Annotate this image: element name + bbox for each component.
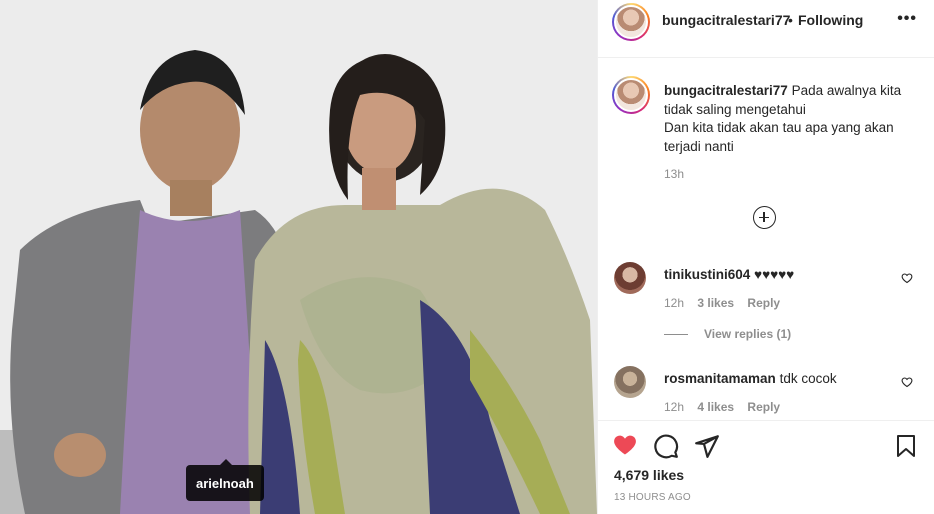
post-photo[interactable]: arielnoah (0, 0, 597, 514)
commenter-username[interactable]: rosmanitamaman (664, 371, 776, 386)
post-header: bungacitralestari77 • Following ••• (598, 0, 934, 58)
commenter-username[interactable]: tinikustini604 (664, 267, 750, 282)
following-button[interactable]: Following (798, 12, 863, 28)
comment-text: tinikustini604 ♥♥♥♥♥ (664, 267, 794, 282)
caption-username[interactable]: bungacitralestari77 (664, 83, 788, 98)
caption-text: bungacitralestari77 Pada awalnya kita ti… (664, 82, 914, 156)
caption-line: Dan kita tidak akan tau apa yang akan (664, 120, 894, 135)
post-side-panel: bungacitralestari77 • Following ••• bung… (597, 0, 934, 514)
author-avatar[interactable] (612, 3, 650, 41)
comment-body: ♥♥♥♥♥ (754, 267, 795, 282)
post-timestamp[interactable]: 13 HOURS AGO (614, 492, 691, 503)
heart-outline-icon[interactable] (901, 272, 913, 284)
reply-button[interactable]: Reply (747, 400, 780, 414)
user-tag[interactable]: arielnoah (186, 459, 264, 501)
view-replies-button[interactable]: View replies (1) (664, 327, 791, 341)
comment-likes[interactable]: 3 likes (697, 296, 734, 310)
author-username[interactable]: bungacitralestari77 (662, 12, 790, 28)
caption-line: terjadi nanti (664, 138, 734, 154)
comment-icon[interactable] (653, 433, 679, 459)
caption-time[interactable]: 13h (664, 167, 684, 181)
plus-circle-icon[interactable] (753, 206, 776, 229)
reply-button[interactable]: Reply (747, 296, 780, 310)
comment-text: rosmanitamaman tdk cocok (664, 371, 837, 386)
bookmark-icon[interactable] (894, 433, 918, 459)
comment-body: tdk cocok (779, 371, 837, 386)
user-tag-label: arielnoah (196, 475, 254, 491)
caption-line: tidak saling mengetahui (664, 101, 806, 117)
share-icon[interactable] (694, 433, 720, 459)
photo-illustration (0, 0, 597, 514)
likes-count[interactable]: 4,679 likes (614, 467, 684, 483)
caption-avatar[interactable] (612, 76, 650, 114)
more-horizontal-icon[interactable]: ••• (897, 10, 917, 28)
separator-dot: • (788, 12, 793, 28)
post-actions: 4,679 likes 13 HOURS AGO (598, 420, 934, 514)
comment-meta: 12h 3 likes Reply (664, 296, 790, 310)
comment-likes[interactable]: 4 likes (697, 400, 734, 414)
commenter-avatar[interactable] (614, 262, 646, 294)
comment-time[interactable]: 12h (664, 296, 684, 310)
divider-line (664, 333, 688, 335)
comment-meta: 12h 4 likes Reply (664, 400, 790, 414)
comment-time[interactable]: 12h (664, 400, 684, 414)
heart-outline-icon[interactable] (901, 376, 913, 388)
caption-line: Pada awalnya kita (791, 83, 902, 98)
view-replies-label: View replies (1) (704, 327, 792, 341)
heart-filled-icon[interactable] (612, 433, 638, 457)
commenter-avatar[interactable] (614, 366, 646, 398)
